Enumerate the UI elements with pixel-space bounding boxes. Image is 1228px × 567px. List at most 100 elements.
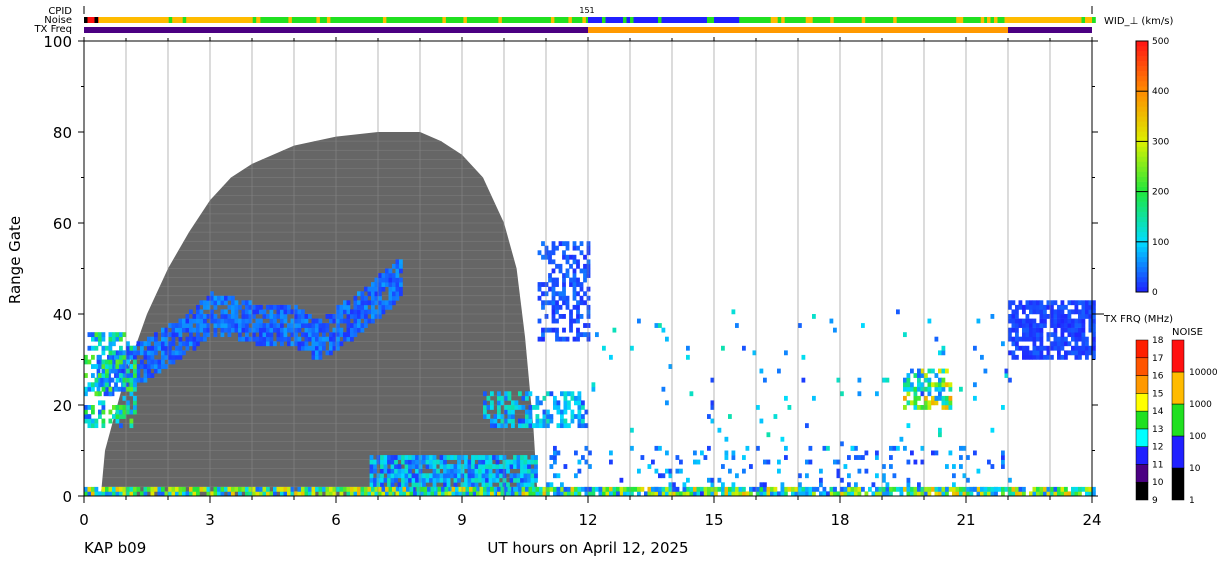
echo-cell <box>1001 455 1005 460</box>
echo-cell <box>339 486 344 492</box>
echo-cell <box>1043 345 1047 351</box>
echo-cell <box>1053 332 1058 338</box>
echo-cell <box>892 473 897 479</box>
echo-cell <box>497 391 501 397</box>
noise-cell <box>333 17 338 23</box>
echo-cell <box>161 350 165 356</box>
echo-cell <box>637 468 641 474</box>
echo-cell <box>574 473 578 479</box>
echo-cell <box>555 309 559 315</box>
noise-cell <box>1032 17 1037 23</box>
echo-cell <box>346 318 351 324</box>
echo-cell <box>553 400 557 406</box>
echo-cell <box>530 459 535 465</box>
echo-cell <box>889 486 893 492</box>
echo-cell <box>1039 300 1044 306</box>
echo-cell <box>633 486 638 492</box>
x-tick-label: 21 <box>956 511 975 529</box>
echo-cell <box>115 359 120 365</box>
echo-cell <box>196 314 200 319</box>
echo-cell <box>1036 332 1040 338</box>
echo-cell <box>516 455 521 460</box>
echo-cell <box>1078 350 1082 356</box>
echo-cell <box>595 332 599 338</box>
noise-cell <box>431 17 436 23</box>
echo-cell <box>136 486 141 492</box>
echo-cell <box>574 486 578 492</box>
echo-cell <box>903 386 907 392</box>
echo-cell <box>899 486 904 492</box>
echo-cell <box>520 473 524 479</box>
echo-cell <box>252 332 256 338</box>
echo-cell <box>322 345 326 351</box>
echo-cell <box>154 332 158 338</box>
echo-cell <box>147 368 151 374</box>
echo-cell <box>980 354 984 360</box>
echo-cell <box>577 423 582 429</box>
echo-cell <box>938 486 942 492</box>
echo-cell <box>1011 341 1016 347</box>
noise-cell <box>94 17 99 23</box>
echo-cell <box>119 409 123 415</box>
x-tick-label: 12 <box>578 511 597 529</box>
echo-cell <box>1085 304 1089 310</box>
echo-cell <box>518 486 522 492</box>
echo-cell <box>728 414 732 419</box>
echo-cell <box>129 345 134 351</box>
echo-cell <box>175 332 179 338</box>
echo-cell <box>1060 336 1065 342</box>
echo-cell <box>273 318 277 324</box>
noise-cell <box>739 17 743 23</box>
noise-colorbar-title: NOISE <box>1172 327 1203 338</box>
echo-cell <box>87 405 92 410</box>
width-colorbar-cell <box>1136 126 1148 132</box>
echo-cell <box>558 336 563 342</box>
echo-cell <box>94 486 99 492</box>
echo-cell <box>343 332 347 338</box>
noise-cell <box>781 17 785 23</box>
echo-cell <box>311 345 316 351</box>
noise-cell <box>710 17 715 23</box>
echo-cell <box>534 468 538 474</box>
echo-cell <box>353 314 358 319</box>
echo-cell <box>147 486 151 492</box>
noise-cell <box>564 17 569 23</box>
echo-cell <box>322 341 326 347</box>
noise-cell <box>578 17 583 23</box>
echo-cell <box>245 304 249 310</box>
echo-cell <box>1029 318 1033 324</box>
echo-cell <box>381 273 386 278</box>
noise-cell <box>1029 17 1033 23</box>
txfreq-colorbar-label: 10 <box>1152 478 1164 488</box>
echo-cell <box>1057 314 1061 319</box>
echo-cell <box>429 459 433 465</box>
echo-cell <box>499 464 503 469</box>
echo-cell <box>527 473 531 479</box>
echo-cell <box>255 336 260 342</box>
echo-cell <box>395 286 400 292</box>
echo-cell <box>378 309 382 315</box>
echo-cell <box>373 468 377 474</box>
noise-cell <box>686 17 690 23</box>
echo-cell <box>1060 309 1065 315</box>
noise-cell <box>540 17 545 23</box>
noise-cell <box>463 17 468 23</box>
echo-cell <box>483 405 487 410</box>
echo-cell <box>570 414 575 419</box>
echo-cell <box>819 477 823 483</box>
echo-cell <box>572 295 577 301</box>
echo-cell <box>252 486 256 492</box>
echo-cell <box>199 327 204 333</box>
echo-cell <box>339 341 344 347</box>
echo-cell <box>280 314 284 319</box>
echo-cell <box>1050 354 1054 360</box>
echo-cell <box>520 477 524 483</box>
noise-cell <box>568 17 573 23</box>
noise-cell <box>1064 17 1068 23</box>
echo-cell <box>927 386 932 392</box>
echo-cell <box>241 314 246 319</box>
echo-cell <box>586 323 591 328</box>
echo-cell <box>294 304 298 310</box>
echo-cell <box>168 341 172 347</box>
echo-cell <box>555 318 559 324</box>
